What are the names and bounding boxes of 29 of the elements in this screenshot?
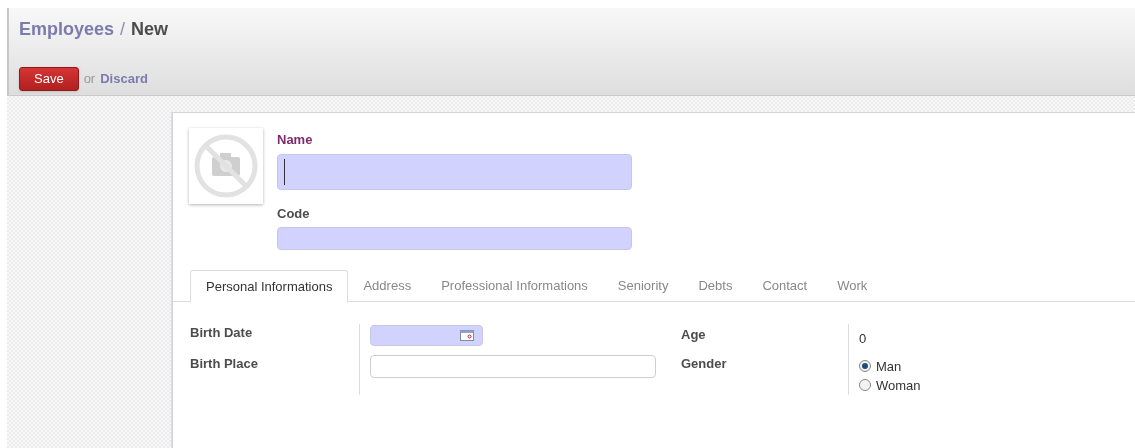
text-field[interactable] (277, 227, 632, 250)
breadcrumb-link[interactable]: Employees (19, 16, 115, 43)
text-field[interactable] (277, 153, 632, 190)
calendar-icon[interactable] (460, 330, 474, 341)
field-label: Birth Date (190, 324, 254, 341)
breadcrumb-separator: / (120, 18, 126, 41)
tab[interactable]: Seniority (602, 270, 684, 302)
text-field[interactable] (370, 355, 656, 378)
tab[interactable]: Contact (747, 270, 823, 302)
or-text: or (83, 70, 96, 89)
radio-option[interactable]: Woman (859, 375, 921, 395)
field-value: 0 (859, 330, 868, 348)
save-button[interactable]: Save (19, 67, 79, 91)
date-field[interactable] (370, 325, 483, 346)
field-label: Birth Place (190, 355, 259, 372)
tab[interactable]: Professional Informations (426, 270, 603, 302)
field-label: Gender (681, 355, 728, 372)
tab[interactable]: Address (348, 270, 427, 302)
radio-button[interactable] (859, 360, 871, 372)
radio-button[interactable] (859, 379, 871, 391)
breadcrumb-current: New (131, 18, 169, 41)
field-label: Code (277, 204, 311, 223)
radio-option[interactable]: Man (859, 356, 921, 376)
field-label: Name (277, 131, 314, 149)
discard-link[interactable]: Discard (100, 69, 148, 89)
tab[interactable]: Debts (683, 270, 748, 302)
tab[interactable]: Personal Informations (190, 270, 349, 303)
field-label: Age (681, 326, 707, 343)
tab[interactable]: Work (822, 270, 883, 302)
